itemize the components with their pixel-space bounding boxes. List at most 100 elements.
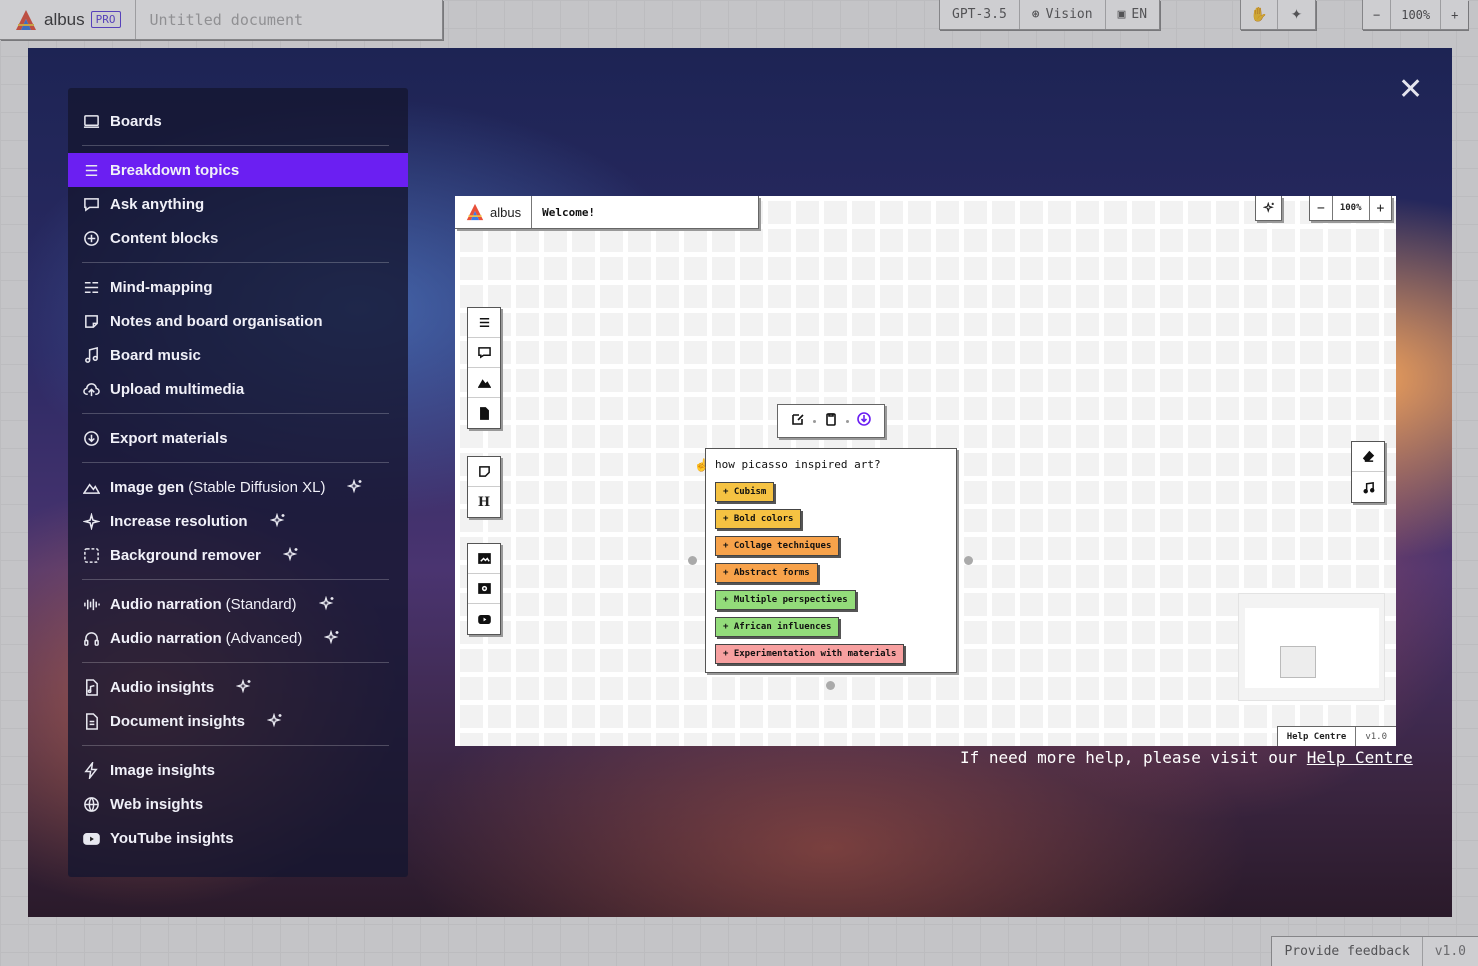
menu-label-suffix: (Advanced) bbox=[225, 629, 303, 647]
subtopic-chip: + Experimentation with materials bbox=[715, 644, 905, 664]
menu-label: Image gen bbox=[110, 478, 185, 496]
separator-dot bbox=[813, 419, 816, 423]
preview-version: v1.0 bbox=[1365, 731, 1387, 742]
audio-file-icon bbox=[82, 678, 100, 696]
menu-label: Web insights bbox=[110, 795, 204, 813]
subtopic-chip: + Bold colors bbox=[715, 509, 802, 529]
menu-item-mind-mapping[interactable]: Mind-mapping bbox=[68, 270, 408, 304]
preview-toolbox-media bbox=[467, 543, 501, 635]
plus-circle-icon bbox=[82, 229, 100, 247]
tool-note bbox=[468, 457, 500, 487]
youtube-icon bbox=[82, 829, 100, 847]
cloud-upload-icon bbox=[82, 380, 100, 398]
minimap-viewport bbox=[1280, 646, 1316, 678]
sparkle-icon bbox=[82, 512, 100, 530]
menu-item-audio-insights[interactable]: Audio insights bbox=[68, 670, 408, 704]
lightning-icon bbox=[82, 761, 100, 779]
preview-zoom-in: + bbox=[1376, 200, 1385, 216]
connection-handle bbox=[688, 556, 697, 565]
separator-dot bbox=[846, 419, 849, 423]
menu-label: Notes and board organisation bbox=[110, 312, 323, 330]
subtopic-chip: + African influences bbox=[715, 617, 840, 637]
menu-item-document-insights[interactable]: Document insights bbox=[68, 704, 408, 738]
audio-file-icon bbox=[477, 583, 491, 594]
tool-breakdown bbox=[468, 308, 500, 338]
menu-divider bbox=[82, 745, 389, 746]
albus-logo-icon bbox=[466, 203, 484, 221]
connection-handle bbox=[964, 556, 973, 565]
menu-item-boards[interactable]: Boards bbox=[68, 104, 408, 138]
connection-handle bbox=[826, 681, 835, 690]
tool-heading: H bbox=[468, 487, 500, 517]
menu-label: Background remover bbox=[110, 546, 261, 564]
list-icon bbox=[82, 161, 100, 179]
preview-toolbox-right bbox=[1351, 441, 1385, 503]
note-icon bbox=[478, 466, 490, 477]
preview-help-centre: Help Centre bbox=[1278, 727, 1357, 746]
sparkles-icon bbox=[1262, 202, 1274, 213]
menu-label: Upload multimedia bbox=[110, 380, 245, 398]
close-icon[interactable]: ✕ bbox=[1398, 75, 1423, 105]
sparkles-icon bbox=[269, 513, 286, 529]
music-icon bbox=[1362, 481, 1374, 493]
image-icon bbox=[477, 553, 491, 564]
menu-label: Ask anything bbox=[110, 195, 205, 213]
tool-audio bbox=[468, 574, 500, 604]
sparkles-icon bbox=[282, 547, 299, 563]
mountain-icon bbox=[477, 379, 491, 388]
topic-card: how picasso inspired art? + Cubism + Bold… bbox=[705, 448, 957, 673]
subtopic-chip: + Abstract forms bbox=[715, 563, 818, 583]
menu-label: YouTube insights bbox=[110, 829, 234, 847]
menu-item-audio-narration-standard[interactable]: Audio narration (Standard) bbox=[68, 587, 408, 621]
audio-wave-icon bbox=[82, 595, 100, 613]
menu-item-export-materials[interactable]: Export materials bbox=[68, 421, 408, 455]
menu-item-image-gen[interactable]: Image gen (Stable Diffusion XL) bbox=[68, 470, 408, 504]
node-action-bar bbox=[777, 404, 885, 438]
topic-question: how picasso inspired art? bbox=[715, 458, 881, 471]
preview-toolbox-ai bbox=[467, 307, 501, 429]
menu-divider bbox=[82, 579, 389, 580]
sparkles-icon bbox=[267, 713, 283, 729]
menu-label: Boards bbox=[110, 112, 162, 130]
menu-item-notes[interactable]: Notes and board organisation bbox=[68, 304, 408, 338]
menu-divider bbox=[82, 262, 389, 263]
list-icon bbox=[479, 318, 489, 327]
music-icon bbox=[82, 346, 100, 364]
preview-toolbox-notes: H bbox=[467, 456, 501, 518]
menu-label: Audio narration bbox=[110, 595, 222, 613]
tool-music bbox=[1352, 472, 1384, 502]
menu-label: Breakdown topics bbox=[110, 161, 240, 179]
sparkles-icon bbox=[324, 630, 340, 646]
menu-item-board-music[interactable]: Board music bbox=[68, 338, 408, 372]
feature-menu: Boards Breakdown topics Ask anything Con… bbox=[68, 88, 408, 877]
menu-item-increase-resolution[interactable]: Increase resolution bbox=[68, 504, 408, 538]
menu-item-ask-anything[interactable]: Ask anything bbox=[68, 187, 408, 221]
tool-eraser bbox=[1352, 442, 1384, 472]
preview-doc-title: Welcome! bbox=[542, 205, 596, 219]
clipboard-icon bbox=[824, 412, 838, 431]
menu-label: Board music bbox=[110, 346, 201, 364]
menu-item-background-remover[interactable]: Background remover bbox=[68, 538, 408, 572]
menu-item-breakdown-topics[interactable]: Breakdown topics bbox=[68, 153, 408, 187]
menu-item-image-insights[interactable]: Image insights bbox=[68, 753, 408, 787]
tool-image bbox=[468, 544, 500, 574]
menu-divider bbox=[82, 145, 389, 146]
chat-icon bbox=[477, 347, 491, 359]
menu-item-youtube-insights[interactable]: YouTube insights bbox=[68, 821, 408, 855]
help-centre-link[interactable]: Help Centre bbox=[1307, 748, 1413, 767]
preview-zoom-out: − bbox=[1310, 196, 1333, 220]
menu-item-audio-narration-advanced[interactable]: Audio narration (Advanced) bbox=[68, 621, 408, 655]
menu-item-web-insights[interactable]: Web insights bbox=[68, 787, 408, 821]
subtopic-chip: + Cubism bbox=[715, 482, 775, 502]
document-icon bbox=[82, 712, 100, 730]
sparkles-icon bbox=[236, 679, 252, 695]
mountain-icon bbox=[82, 478, 100, 496]
hand-cursor-icon: ☝ bbox=[694, 458, 709, 472]
download-circle-icon bbox=[857, 411, 871, 431]
menu-item-upload-multimedia[interactable]: Upload multimedia bbox=[68, 372, 408, 406]
menu-item-content-blocks[interactable]: Content blocks bbox=[68, 221, 408, 255]
subtopic-chip: + Multiple perspectives bbox=[715, 590, 856, 610]
tool-image-gen bbox=[468, 368, 500, 398]
heading-icon: H bbox=[477, 494, 491, 510]
download-circle-icon bbox=[82, 429, 100, 447]
